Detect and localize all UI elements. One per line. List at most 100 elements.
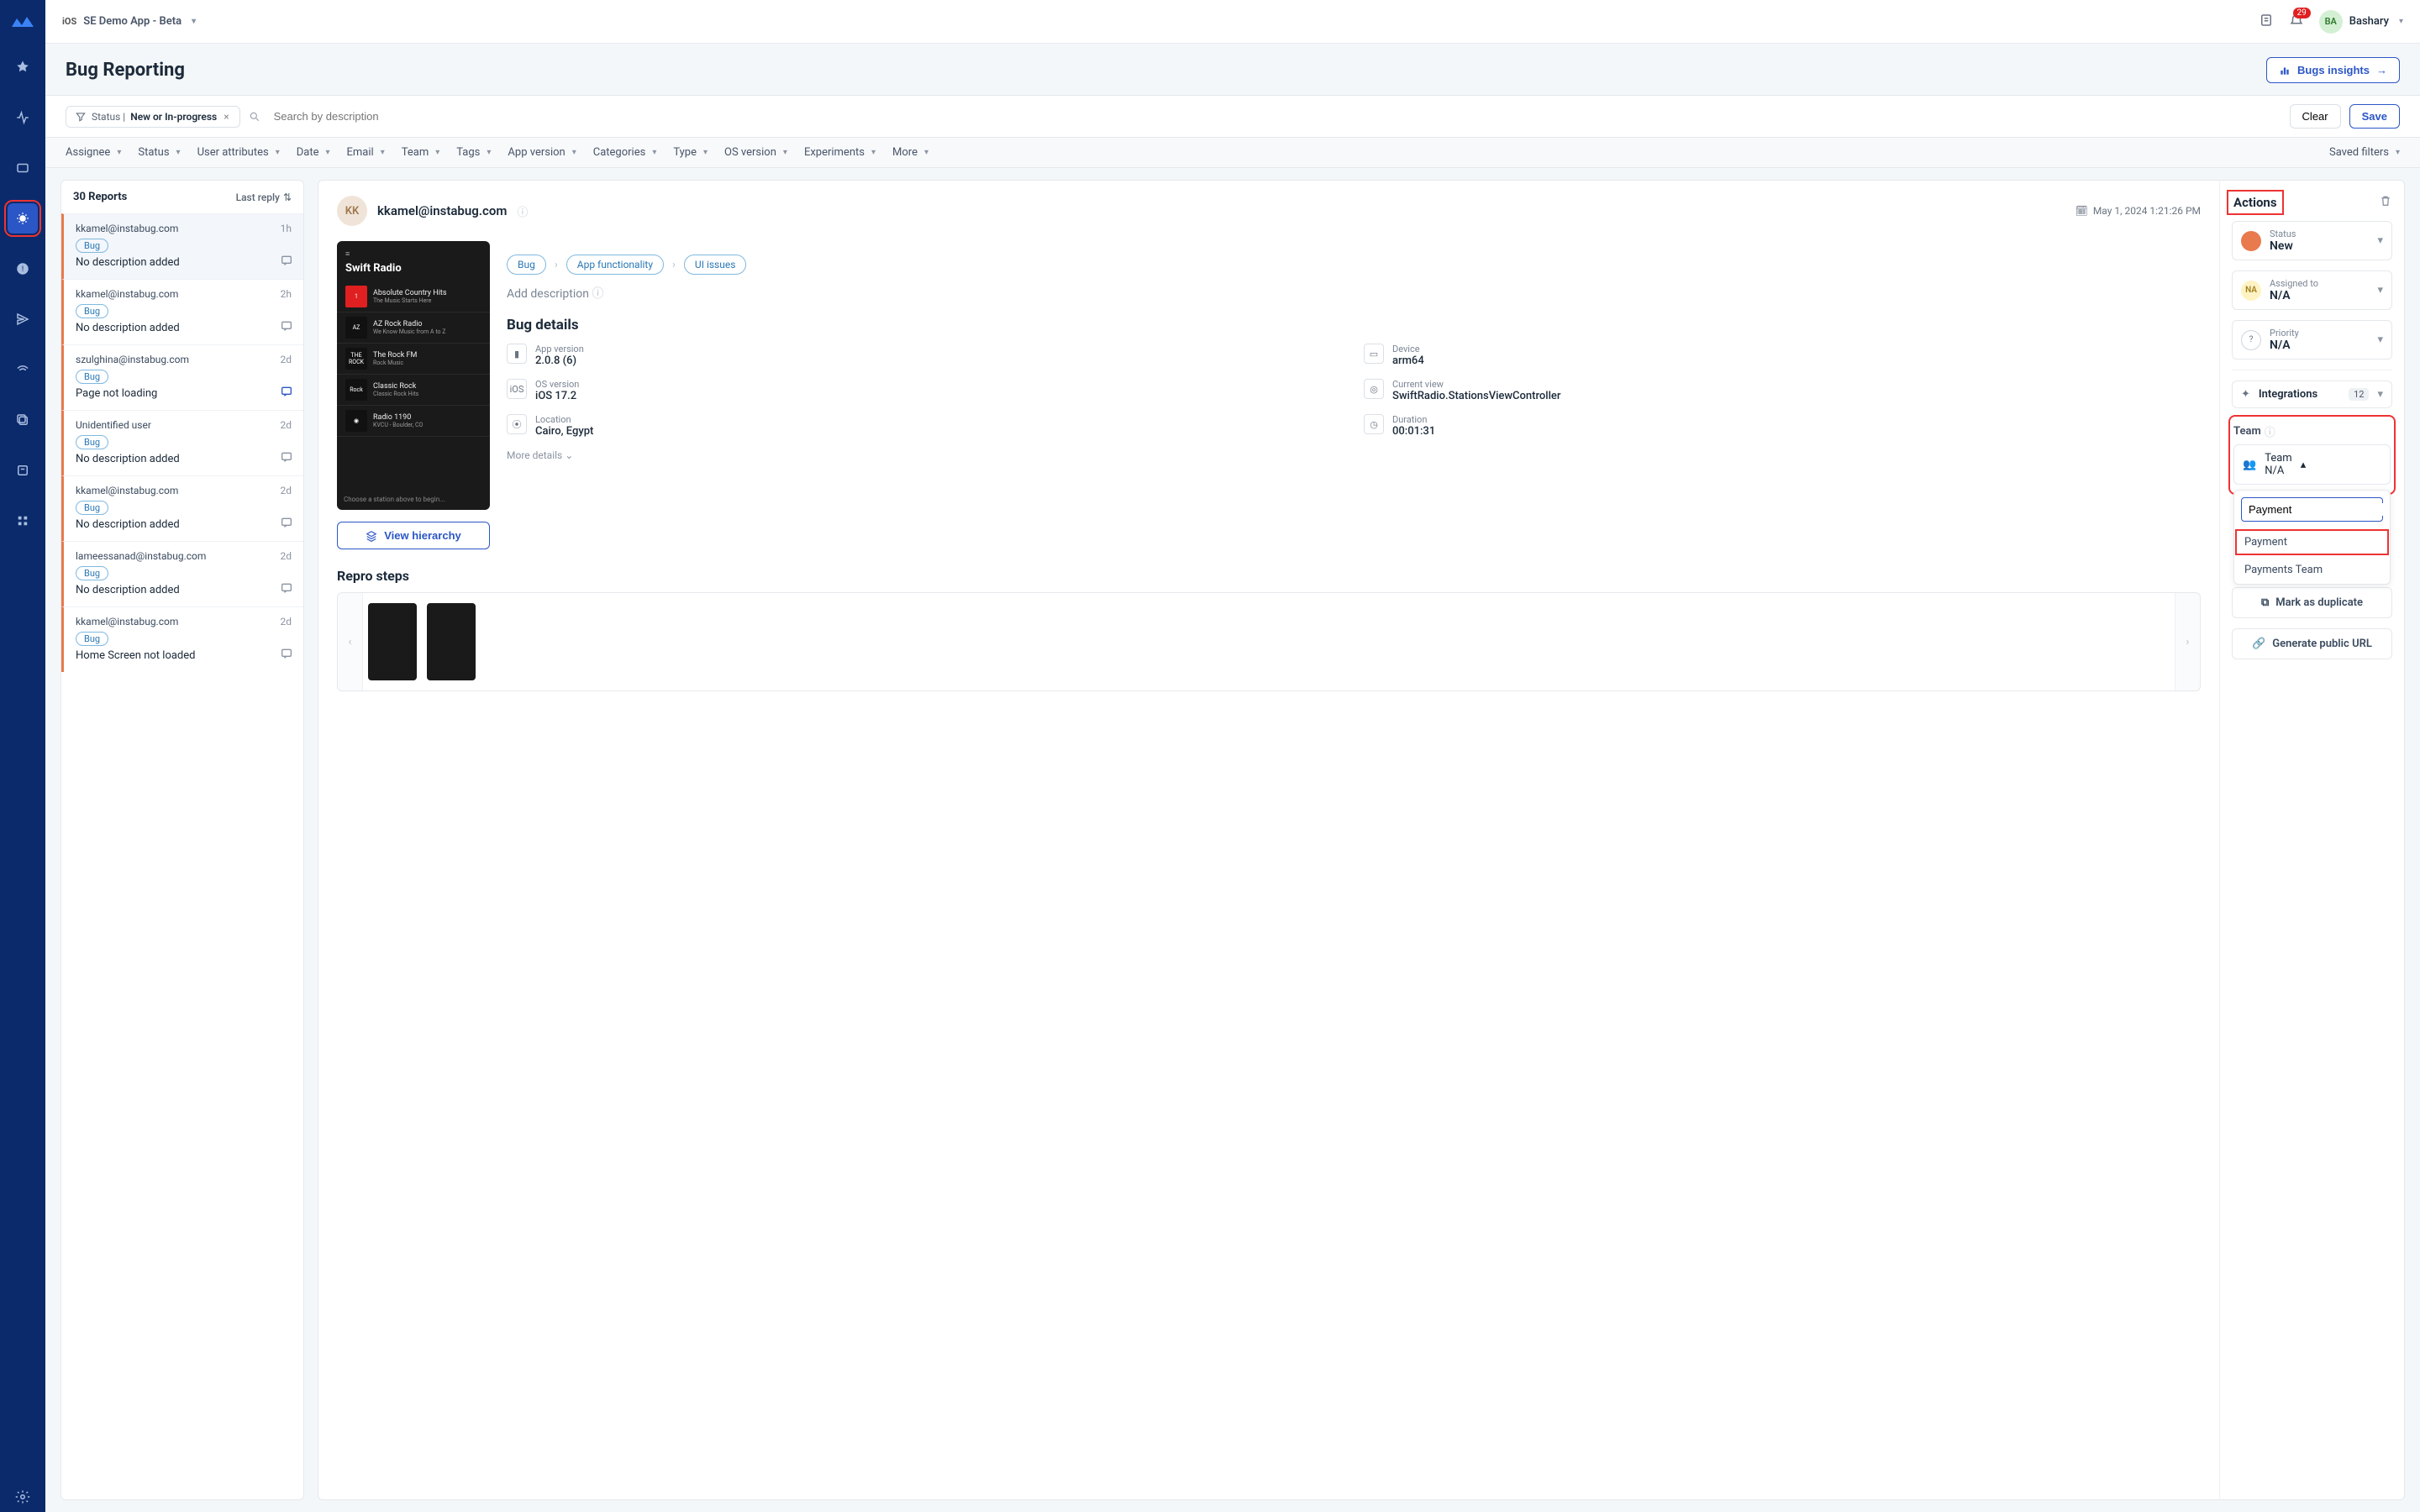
repro-thumb[interactable] [427, 603, 476, 680]
reports-sort[interactable]: Last reply ⇅ [236, 192, 292, 203]
report-item[interactable]: lameessanad@instabug.com2d Bug No descri… [61, 541, 303, 606]
add-description-input[interactable]: Add description ⓘ [507, 285, 2201, 302]
status-dot-icon [2241, 231, 2261, 251]
nav-alerts-icon[interactable]: ! [8, 254, 38, 284]
os-version-value: iOS 17.2 [535, 390, 579, 402]
report-item[interactable]: kkamel@instabug.com2d Bug No description… [61, 475, 303, 541]
filter-user-attributes[interactable]: User attributes [197, 146, 280, 159]
nav-apps-icon[interactable] [8, 506, 38, 536]
team-search-input[interactable] [2249, 503, 2391, 516]
report-item[interactable]: kkamel@instabug.com2h Bug No description… [61, 279, 303, 344]
crumb-subcategory[interactable]: UI issues [684, 255, 747, 275]
bar-chart-icon [2279, 65, 2291, 76]
reply-icon [280, 319, 293, 336]
repro-next-button[interactable]: › [2175, 593, 2200, 690]
filter-os-version[interactable]: OS version [724, 146, 787, 159]
repro-steps-strip: ‹ › [337, 592, 2201, 691]
report-item[interactable]: kkamel@instabug.com1h Bug No description… [61, 213, 303, 279]
report-item[interactable]: kkamel@instabug.com2d Bug Home Screen no… [61, 606, 303, 672]
nav-bugs-icon[interactable] [8, 203, 38, 234]
calendar-icon: 🗓 [2075, 205, 2088, 217]
clear-button[interactable]: Clear [2290, 104, 2341, 129]
search-icon [249, 111, 260, 123]
notes-icon[interactable] [2259, 13, 2274, 31]
status-selector[interactable]: StatusNew ▾ [2232, 221, 2392, 260]
filter-categories[interactable]: Categories [593, 146, 657, 159]
page-header: Bug Reporting Bugs insights → [45, 44, 2420, 96]
chevron-down-icon: ▾ [2377, 284, 2383, 297]
crumb-type[interactable]: Bug [507, 255, 546, 275]
team-option-payment[interactable]: Payment [2234, 528, 2390, 556]
screenshot-preview[interactable]: ≡ Swift Radio 1Absolute Country HitsThe … [337, 241, 490, 510]
team-option-payments-team[interactable]: Payments Team [2234, 556, 2390, 584]
team-dropdown-panel: ⌕ Payment Payments Team [2233, 490, 2391, 585]
notification-bell-icon[interactable]: 29 [2289, 13, 2304, 31]
save-button[interactable]: Save [2349, 104, 2400, 129]
location-icon: ⦿ [507, 414, 527, 434]
sort-icon: ⇅ [283, 192, 292, 203]
left-nav-rail: ! [0, 0, 45, 1512]
filter-type[interactable]: Type [673, 146, 708, 159]
nav-send-icon[interactable] [8, 304, 38, 334]
generate-url-button[interactable]: 🔗 Generate public URL [2232, 628, 2392, 659]
filter-row: Assignee Status User attributes Date Ema… [45, 138, 2420, 168]
report-timestamp: May 1, 2024 1:21:26 PM [2093, 205, 2201, 217]
saved-filters-dropdown[interactable]: Saved filters [2329, 146, 2400, 159]
team-selector[interactable]: 👥 TeamN/A ▴ [2233, 444, 2391, 485]
app-version-value: 2.0.8 (6) [535, 354, 584, 367]
crumb-category[interactable]: App functionality [566, 255, 664, 275]
app-selector[interactable]: iOS SE Demo App - Beta [62, 15, 196, 28]
report-item[interactable]: Unidentified user2d Bug No description a… [61, 410, 303, 475]
repro-prev-button[interactable]: ‹ [338, 593, 363, 690]
report-item[interactable]: szulghina@instabug.com2d Bug Page not lo… [61, 344, 303, 410]
nav-activity-icon[interactable] [8, 102, 38, 133]
filter-assignee[interactable]: Assignee [66, 146, 121, 159]
more-details-toggle[interactable]: More details ⌄ [507, 449, 2201, 461]
user-menu[interactable]: BA Bashary [2319, 10, 2403, 34]
reply-icon [280, 647, 293, 664]
chip-close-icon[interactable]: × [222, 111, 230, 123]
bugs-insights-button[interactable]: Bugs insights → [2266, 57, 2400, 83]
repro-steps-heading: Repro steps [337, 568, 2201, 584]
info-icon[interactable]: ⓘ [517, 203, 528, 219]
filter-email[interactable]: Email [347, 146, 385, 159]
nav-wifi-icon[interactable] [8, 354, 38, 385]
chevron-down-icon: ▾ [2377, 234, 2383, 247]
filter-status[interactable]: Status [138, 146, 180, 159]
integrations-selector[interactable]: ✦ Integrations 12 ▾ [2232, 381, 2392, 408]
filter-experiments[interactable]: Experiments [804, 146, 876, 159]
notification-count: 29 [2293, 8, 2311, 18]
nav-pin-icon[interactable] [8, 52, 38, 82]
mark-duplicate-button[interactable]: ⧉ Mark as duplicate [2232, 587, 2392, 618]
nav-archive-icon[interactable] [8, 455, 38, 486]
device-value: arm64 [1392, 354, 1424, 367]
reply-icon [280, 450, 293, 467]
team-search[interactable]: ⌕ [2241, 497, 2383, 522]
actions-sidebar: Actions StatusNew ▾ NA Assigned toN/A ▾ [2219, 181, 2404, 1499]
nav-copy-icon[interactable] [8, 405, 38, 435]
integrations-icon: ✦ [2241, 388, 2250, 401]
nav-card-icon[interactable] [8, 153, 38, 183]
filter-more[interactable]: More [892, 146, 929, 159]
nav-settings-icon[interactable] [8, 1482, 38, 1512]
repro-thumb[interactable] [368, 603, 417, 680]
search-input[interactable] [269, 107, 420, 126]
chevron-down-icon: ▾ [2377, 333, 2383, 346]
delete-icon[interactable] [2379, 194, 2392, 211]
reports-list[interactable]: kkamel@instabug.com1h Bug No description… [61, 213, 303, 1499]
reporter-email: kkamel@instabug.com [377, 203, 507, 218]
view-hierarchy-button[interactable]: View hierarchy [337, 522, 490, 549]
filter-app-version[interactable]: App version [508, 146, 576, 159]
current-view-value: SwiftRadio.StationsViewController [1392, 390, 1560, 402]
os-icon: iOS [507, 379, 527, 399]
filter-tags[interactable]: Tags [456, 146, 491, 159]
phone-icon: ▮ [507, 344, 527, 364]
priority-selector[interactable]: ? PriorityN/A ▾ [2232, 320, 2392, 360]
status-filter-chip[interactable]: Status | New or In-progress × [66, 106, 240, 128]
arrow-right-icon: → [2376, 64, 2387, 76]
assignee-selector[interactable]: NA Assigned toN/A ▾ [2232, 270, 2392, 310]
filter-date[interactable]: Date [297, 146, 330, 159]
filter-team[interactable]: Team [402, 146, 440, 159]
filter-icon [75, 111, 87, 123]
priority-icon: ? [2241, 330, 2261, 350]
